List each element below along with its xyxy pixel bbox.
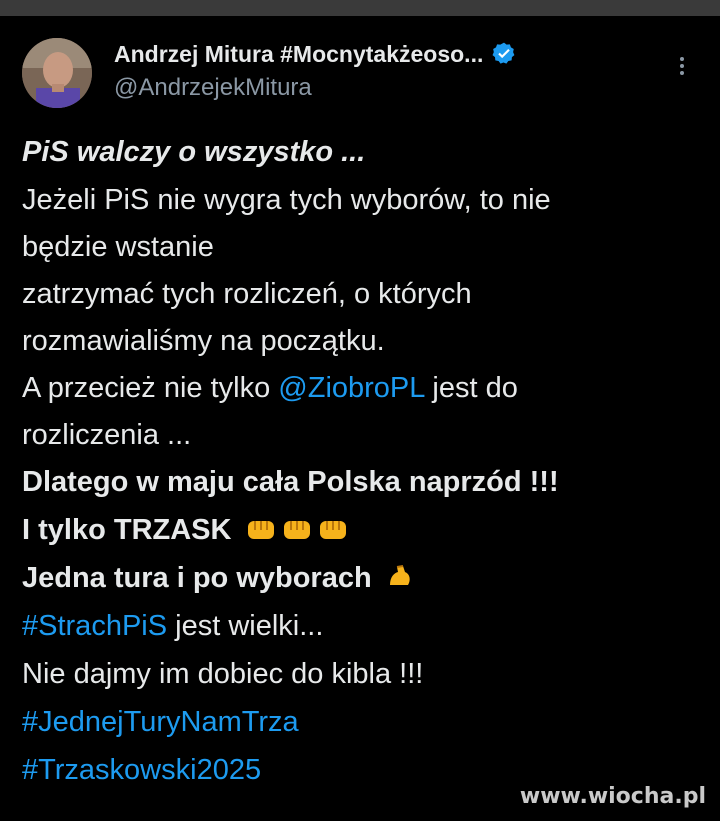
tweet-line: będzie wstanie bbox=[22, 231, 214, 263]
tweet-header: Andrzej Mitura #Mocnytakżeoso... @Andrze… bbox=[22, 38, 702, 110]
more-options-icon[interactable] bbox=[675, 54, 689, 80]
hashtag-link[interactable]: #Trzaskowski2025 bbox=[22, 754, 261, 786]
tweet-line: PiS walczy o wszystko ... bbox=[22, 136, 366, 168]
tweet-line: I tylko TRZASK bbox=[22, 506, 712, 554]
tweet-line: Jedna tura i po wyborach bbox=[22, 554, 712, 602]
fist-emoji-icon bbox=[319, 521, 346, 539]
handle[interactable]: @AndrzejekMitura bbox=[114, 74, 312, 102]
tweet-line: #JednejTuryNamTrza bbox=[22, 698, 712, 746]
text-fragment: Jedna tura i po wyborach bbox=[22, 562, 372, 594]
name-row: Andrzej Mitura #Mocnytakżeoso... bbox=[114, 38, 517, 70]
fist-emoji-icon bbox=[247, 521, 274, 539]
tweet-line: #StrachPiS jest wielki... bbox=[22, 602, 712, 650]
tweet-text: PiS walczy o wszystko ... Jeżeli PiS nie… bbox=[22, 128, 712, 794]
tweet-line: rozmawialiśmy na początku. bbox=[22, 325, 385, 357]
tweet-line: Dlatego w maju cała Polska naprzód !!! bbox=[22, 466, 559, 498]
tweet-line: Jeżeli PiS nie wygra tych wyborów, to ni… bbox=[22, 184, 551, 216]
tweet-line: rozliczenia ... bbox=[22, 419, 192, 451]
hashtag-link[interactable]: #JednejTuryNamTrza bbox=[22, 706, 299, 738]
tweet-line: A przecież nie tylko @ZiobroPL jest do bbox=[22, 364, 712, 412]
mention-link[interactable]: @ZiobroPL bbox=[278, 372, 424, 404]
text-fragment: jest wielki... bbox=[167, 610, 324, 642]
flexed-biceps-emoji-icon bbox=[389, 565, 410, 585]
text-fragment: A przecież nie tylko bbox=[22, 372, 279, 404]
verified-badge-icon bbox=[492, 42, 515, 64]
text-fragment: jest do bbox=[424, 372, 518, 404]
avatar[interactable] bbox=[22, 38, 92, 108]
display-name[interactable]: Andrzej Mitura #Mocnytakżeoso... bbox=[114, 41, 483, 68]
top-bar bbox=[0, 0, 720, 16]
text-fragment: I tylko TRZASK bbox=[22, 514, 232, 546]
fist-emoji-icon bbox=[283, 521, 310, 539]
tweet-line: Nie dajmy im dobiec do kibla !!! bbox=[22, 658, 424, 690]
hashtag-link[interactable]: #StrachPiS bbox=[22, 610, 167, 642]
tweet-line: zatrzymać tych rozliczeń, o których bbox=[22, 278, 472, 310]
watermark: www.wiocha.pl bbox=[519, 784, 706, 809]
